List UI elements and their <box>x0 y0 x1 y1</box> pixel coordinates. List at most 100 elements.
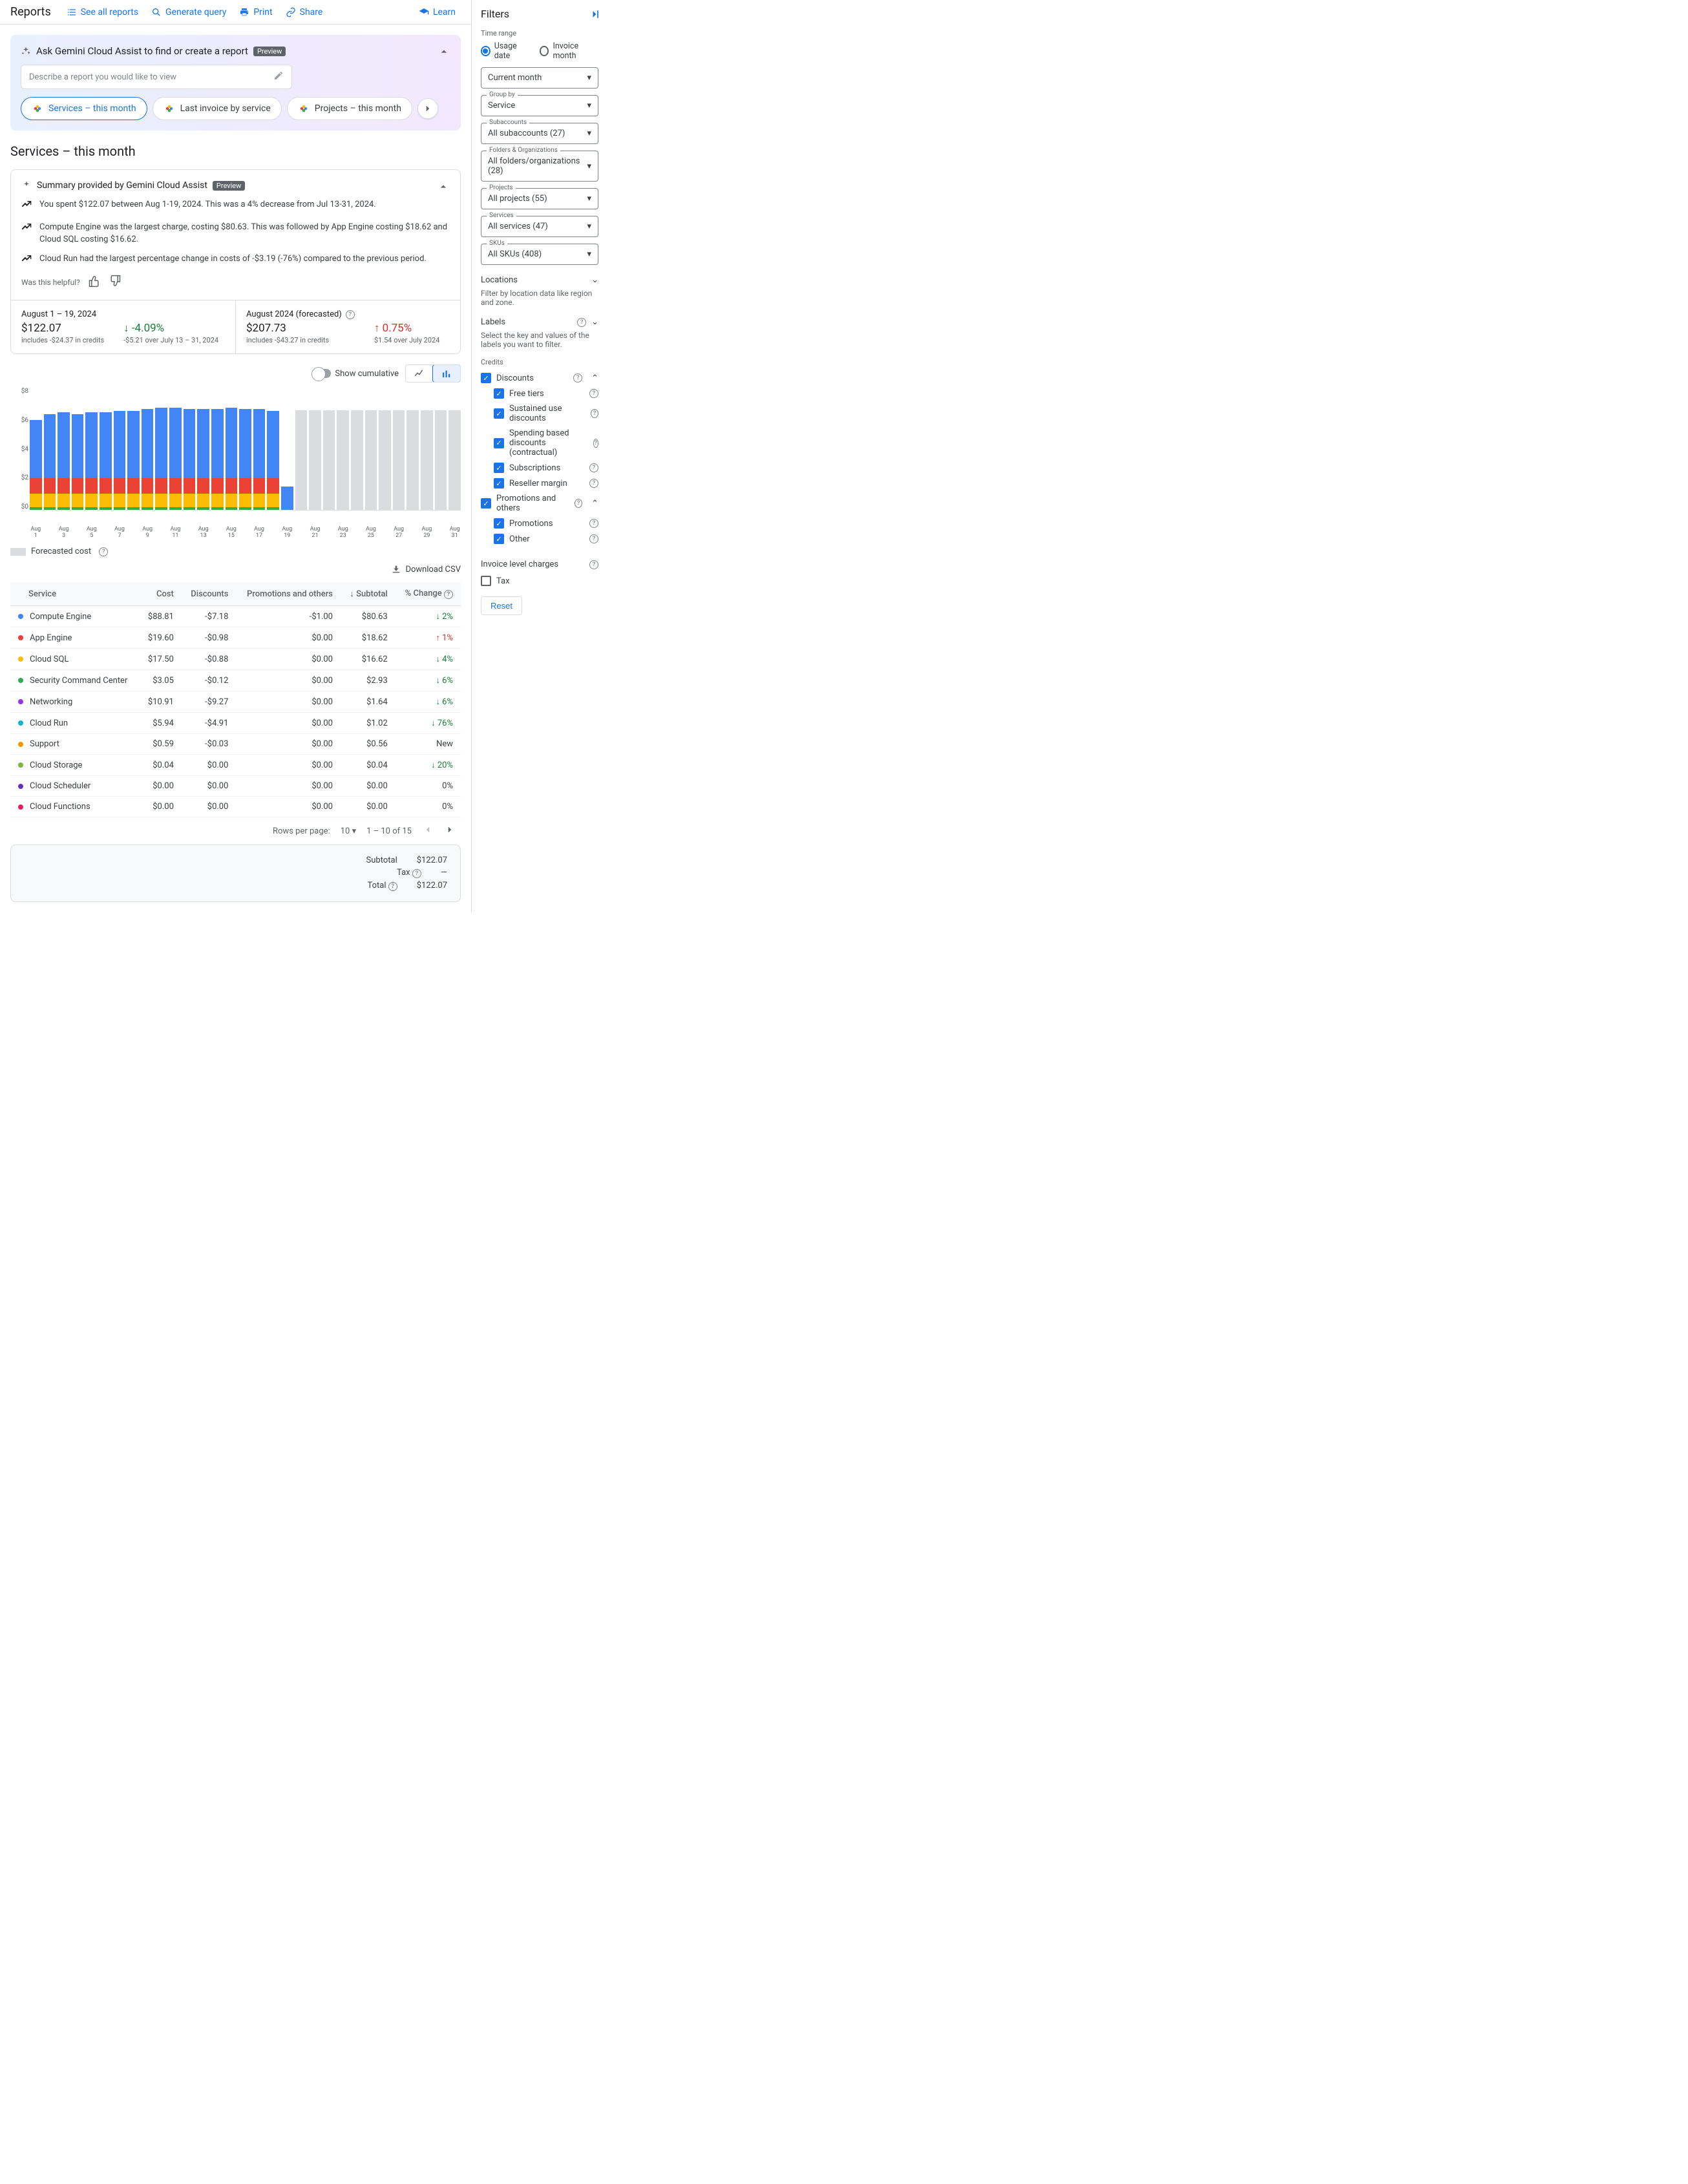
print-link[interactable]: Print <box>239 7 272 17</box>
labels-expander[interactable]: Labels?⌄ <box>481 313 598 331</box>
help-icon[interactable]: ? <box>575 499 582 508</box>
generate-query-link[interactable]: Generate query <box>151 7 226 17</box>
promotions-others-checkbox[interactable]: Promotions and others?⌃ <box>481 491 598 516</box>
thumbs-down-button[interactable] <box>109 275 121 289</box>
share-link[interactable]: Share <box>286 7 323 17</box>
bar-column[interactable] <box>309 410 321 510</box>
table-row[interactable]: Cloud Scheduler$0.00$0.00$0.00$0.000% <box>10 776 461 797</box>
bar-column[interactable] <box>406 410 419 510</box>
th-cost[interactable]: Cost <box>139 582 182 606</box>
table-row[interactable]: Cloud Run$5.94-$4.91$0.00$1.02↓ 76% <box>10 713 461 734</box>
learn-link[interactable]: Learn <box>419 7 456 17</box>
bar-column[interactable] <box>421 410 433 510</box>
bar-column[interactable] <box>211 409 224 510</box>
projects-select[interactable]: ProjectsAll projects (55)▾ <box>481 188 598 209</box>
bar-column[interactable] <box>100 412 112 510</box>
bar-column[interactable] <box>239 409 251 510</box>
group-by-select[interactable]: Group byService▾ <box>481 95 598 116</box>
invoice-month-radio[interactable]: Invoice month <box>540 41 598 61</box>
help-icon[interactable]: ? <box>346 310 355 319</box>
help-icon[interactable]: ? <box>577 318 586 327</box>
help-icon[interactable]: ? <box>591 409 598 418</box>
bar-column[interactable] <box>184 409 196 510</box>
bar-column[interactable] <box>351 410 363 510</box>
line-view-button[interactable] <box>406 365 433 382</box>
subscriptions-checkbox[interactable]: Subscriptions? <box>481 460 598 476</box>
help-icon[interactable]: ? <box>589 463 598 472</box>
bar-column[interactable] <box>114 411 126 510</box>
help-icon[interactable]: ? <box>573 373 582 383</box>
rpp-select[interactable]: 10 ▾ <box>341 826 356 836</box>
spending-checkbox[interactable]: Spending based discounts (contractual)? <box>481 426 598 460</box>
help-icon[interactable]: ? <box>99 547 108 556</box>
collapse-summary-button[interactable] <box>437 180 450 196</box>
skus-select[interactable]: SKUsAll SKUs (408)▾ <box>481 244 598 265</box>
chip-scroll-right-button[interactable] <box>417 98 438 119</box>
expand-filters-button[interactable] <box>588 8 601 23</box>
usage-date-radio[interactable]: Usage date <box>481 41 531 61</box>
table-row[interactable]: Support$0.59-$0.03$0.00$0.56New <box>10 734 461 755</box>
bar-column[interactable] <box>127 411 140 510</box>
bar-column[interactable] <box>72 414 84 510</box>
help-icon[interactable]: ? <box>593 439 598 448</box>
th-change[interactable]: % Change ? <box>396 582 461 606</box>
bar-column[interactable] <box>197 409 209 510</box>
subaccounts-select[interactable]: SubaccountsAll subaccounts (27)▾ <box>481 123 598 144</box>
gemini-input[interactable]: Describe a report you would like to view <box>21 65 292 89</box>
thumbs-up-button[interactable] <box>88 275 101 289</box>
promotions-checkbox[interactable]: Promotions? <box>481 516 598 531</box>
table-row[interactable]: App Engine$19.60-$0.98$0.00$18.62↑ 1% <box>10 627 461 649</box>
bar-column[interactable] <box>365 410 377 510</box>
date-range-select[interactable]: Current month▾ <box>481 67 598 89</box>
bar-column[interactable] <box>169 408 182 510</box>
table-row[interactable]: Cloud SQL$17.50-$0.88$0.00$16.62↓ 4% <box>10 649 461 670</box>
bar-column[interactable] <box>379 410 391 510</box>
bar-column[interactable] <box>295 410 308 510</box>
help-icon[interactable]: ? <box>589 479 598 488</box>
bar-column[interactable] <box>435 410 447 510</box>
bar-column[interactable] <box>281 487 293 510</box>
chevron-up-icon[interactable]: ⌃ <box>591 373 598 383</box>
help-icon[interactable]: ? <box>589 560 598 569</box>
chip-services-month[interactable]: Services – this month <box>21 97 147 120</box>
table-row[interactable]: Networking$10.91-$9.27$0.00$1.64↓ 6% <box>10 691 461 713</box>
chevron-up-icon[interactable]: ⌃ <box>591 499 598 509</box>
reset-button[interactable]: Reset <box>481 596 522 615</box>
next-page-button[interactable] <box>444 824 456 838</box>
chip-last-invoice[interactable]: Last invoice by service <box>153 97 282 120</box>
chip-projects-month[interactable]: Projects – this month <box>287 97 412 120</box>
free-tiers-checkbox[interactable]: Free tiers? <box>481 386 598 401</box>
help-icon[interactable]: ? <box>388 882 397 891</box>
th-discounts[interactable]: Discounts <box>182 582 237 606</box>
services-select[interactable]: ServicesAll services (47)▾ <box>481 216 598 237</box>
th-service[interactable]: Service <box>10 582 139 606</box>
bar-column[interactable] <box>253 409 266 510</box>
bar-column[interactable] <box>44 414 56 510</box>
bar-column[interactable] <box>267 411 279 510</box>
bar-column[interactable] <box>448 410 461 510</box>
bar-column[interactable] <box>85 412 98 510</box>
other-checkbox[interactable]: Other? <box>481 531 598 547</box>
help-icon[interactable]: ? <box>589 519 598 528</box>
bar-column[interactable] <box>142 409 154 510</box>
bar-column[interactable] <box>337 410 349 510</box>
table-row[interactable]: Security Command Center$3.05-$0.12$0.00$… <box>10 670 461 691</box>
th-subtotal[interactable]: ↓ Subtotal <box>341 582 396 606</box>
bar-column[interactable] <box>155 408 167 510</box>
help-icon[interactable]: ? <box>589 534 598 543</box>
discounts-checkbox[interactable]: Discounts?⌃ <box>481 370 598 386</box>
help-icon[interactable]: ? <box>444 590 453 599</box>
table-row[interactable]: Cloud Storage$0.04$0.00$0.00$0.04↓ 20% <box>10 755 461 776</box>
tax-checkbox[interactable]: Tax <box>481 573 598 589</box>
cumulative-toggle[interactable]: Show cumulative <box>313 369 399 379</box>
folders-select[interactable]: Folders & OrganizationsAll folders/organ… <box>481 151 598 182</box>
help-icon[interactable]: ? <box>412 869 421 878</box>
bar-column[interactable] <box>226 408 238 510</box>
bar-column[interactable] <box>393 410 405 510</box>
bar-column[interactable] <box>58 412 70 510</box>
bar-column[interactable] <box>323 410 335 510</box>
sustained-checkbox[interactable]: Sustained use discounts? <box>481 401 598 426</box>
table-row[interactable]: Compute Engine$88.81-$7.18-$1.00$80.63↓ … <box>10 606 461 627</box>
locations-expander[interactable]: Locations⌄ <box>481 271 598 289</box>
prev-page-button[interactable] <box>422 824 434 838</box>
